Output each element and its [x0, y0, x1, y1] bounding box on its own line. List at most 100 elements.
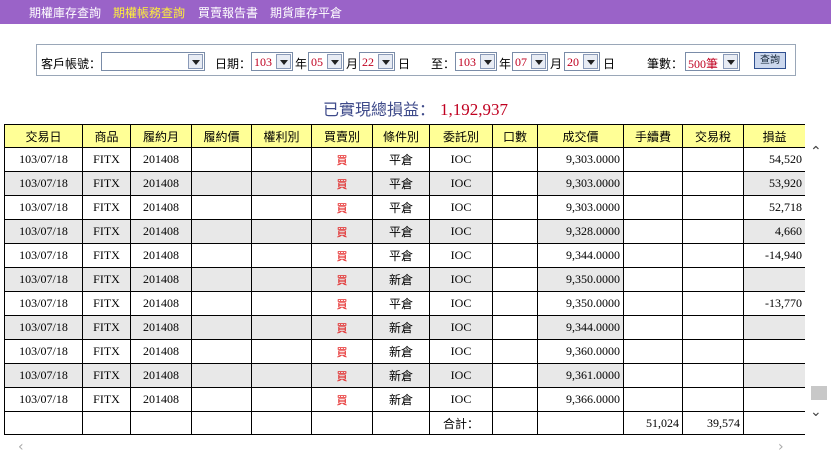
cell-contract-month: 201408 — [130, 339, 192, 364]
cell-side: 買 — [311, 219, 373, 244]
cell-price: 9,350.0000 — [537, 291, 624, 316]
cell-lots — [492, 339, 538, 364]
cell-side: 買 — [311, 195, 373, 220]
cell-call-put — [251, 339, 312, 364]
cell-tax — [682, 219, 744, 244]
cell-open-close: 平倉 — [372, 219, 430, 244]
table-row: 103/07/18 FITX 201408 買新倉 IOC 9,360.0000 — [4, 339, 805, 364]
to-year-select[interactable]: 103 — [455, 52, 497, 71]
cell-pnl — [743, 315, 805, 340]
cell-tax — [682, 363, 744, 388]
tax-total: 39,574 — [682, 411, 744, 435]
cell-open-close: 新倉 — [372, 387, 430, 412]
chevron-up-icon[interactable]: ⌃ — [810, 144, 822, 160]
nav-item-trade-report[interactable]: 買賣報告書 — [198, 4, 258, 21]
chevron-down-icon[interactable] — [583, 54, 598, 69]
cell-fee — [623, 219, 683, 244]
cell-product: FITX — [82, 387, 131, 412]
chevron-down-icon[interactable] — [276, 54, 291, 69]
cell-trade-date: 103/07/18 — [4, 171, 83, 196]
cell-strike — [191, 315, 252, 340]
cell-pnl — [743, 339, 805, 364]
cell-side: 買 — [311, 315, 373, 340]
cell-open-close: 平倉 — [372, 243, 430, 268]
cell-strike — [191, 339, 252, 364]
nav-item-option-account[interactable]: 期權帳務查詢 — [113, 4, 185, 21]
account-select[interactable] — [101, 52, 205, 71]
cell-fee — [623, 339, 683, 364]
cell-pnl: -14,940 — [743, 243, 805, 268]
cell-side: 買 — [311, 147, 373, 172]
chevron-down-icon[interactable] — [327, 54, 342, 69]
from-year-select[interactable]: 103 — [251, 52, 293, 71]
chevron-down-icon[interactable] — [480, 54, 495, 69]
nav-item-futures-close[interactable]: 期貨庫存平倉 — [270, 4, 342, 21]
cell-product: FITX — [82, 147, 131, 172]
realized-pnl-label: 已實現總損益： — [322, 100, 435, 119]
cell-tax — [682, 171, 744, 196]
cell-price: 9,344.0000 — [537, 315, 624, 340]
from-day-select[interactable]: 22 — [359, 52, 395, 71]
cell-lots — [492, 219, 538, 244]
nav-item-option-inventory[interactable]: 期權庫存查詢 — [29, 4, 101, 21]
query-button[interactable]: 查詢 — [754, 52, 786, 69]
col-header-open-close: 條件別 — [372, 124, 430, 148]
cell-strike — [191, 387, 252, 412]
chevron-right-icon[interactable]: › — [778, 439, 784, 455]
cell-product: FITX — [82, 243, 131, 268]
month-unit: 月 — [550, 57, 563, 71]
cell-trade-date: 103/07/18 — [4, 291, 83, 316]
horizontal-scrollbar[interactable]: ‹ › — [0, 437, 805, 459]
chevron-left-icon[interactable]: ‹ — [18, 439, 24, 455]
cell-strike — [191, 363, 252, 388]
to-day-select[interactable]: 20 — [564, 52, 600, 71]
cell-strike — [191, 195, 252, 220]
count-select[interactable]: 500筆 — [685, 52, 740, 71]
cell-order-type: IOC — [429, 267, 493, 292]
cell-fee — [623, 243, 683, 268]
cell-lots — [492, 171, 538, 196]
scroll-thumb[interactable] — [811, 386, 827, 400]
from-month-select[interactable]: 05 — [308, 52, 344, 71]
cell-strike — [191, 147, 252, 172]
cell-tax — [682, 195, 744, 220]
vertical-scrollbar[interactable]: ⌃ ⌄ — [805, 124, 831, 437]
to-label: 至： — [431, 57, 456, 71]
cell-trade-date: 103/07/18 — [4, 147, 83, 172]
cell-fee — [623, 195, 683, 220]
chevron-down-icon[interactable] — [378, 54, 393, 69]
cell-fee — [623, 363, 683, 388]
cell-call-put — [251, 171, 312, 196]
date-label: 日期： — [215, 57, 252, 71]
cell-price: 9,303.0000 — [537, 147, 624, 172]
cell-trade-date: 103/07/18 — [4, 267, 83, 292]
cell-contract-month: 201408 — [130, 147, 192, 172]
cell-product: FITX — [82, 219, 131, 244]
col-header-contract-month: 履約月 — [130, 124, 192, 148]
cell-order-type: IOC — [429, 339, 493, 364]
cell-price: 9,366.0000 — [537, 387, 624, 412]
cell-order-type: IOC — [429, 387, 493, 412]
chevron-down-icon[interactable] — [723, 54, 738, 69]
cell-product: FITX — [82, 339, 131, 364]
table-header-row: 交易日 商品 履約月 履約價 權利別 買賣別 條件別 委託別 口數 成交價 手續… — [4, 124, 805, 148]
cell-pnl: 52,718 — [743, 195, 805, 220]
day-unit: 日 — [398, 57, 411, 71]
chevron-down-icon[interactable] — [188, 54, 203, 69]
cell-trade-date: 103/07/18 — [4, 195, 83, 220]
cell-order-type: IOC — [429, 315, 493, 340]
realized-pnl-summary: 已實現總損益： 1,192,937 — [0, 96, 831, 120]
cell-contract-month: 201408 — [130, 171, 192, 196]
col-header-strike: 履約價 — [191, 124, 252, 148]
chevron-down-icon[interactable] — [531, 54, 546, 69]
cell-call-put — [251, 219, 312, 244]
cell-order-type: IOC — [429, 243, 493, 268]
cell-pnl — [743, 267, 805, 292]
cell-pnl — [743, 387, 805, 412]
cell-open-close: 新倉 — [372, 363, 430, 388]
cell-call-put — [251, 243, 312, 268]
chevron-down-icon[interactable]: ⌄ — [810, 404, 822, 420]
to-month-select[interactable]: 07 — [512, 52, 548, 71]
cell-fee — [623, 291, 683, 316]
cell-price: 9,303.0000 — [537, 171, 624, 196]
